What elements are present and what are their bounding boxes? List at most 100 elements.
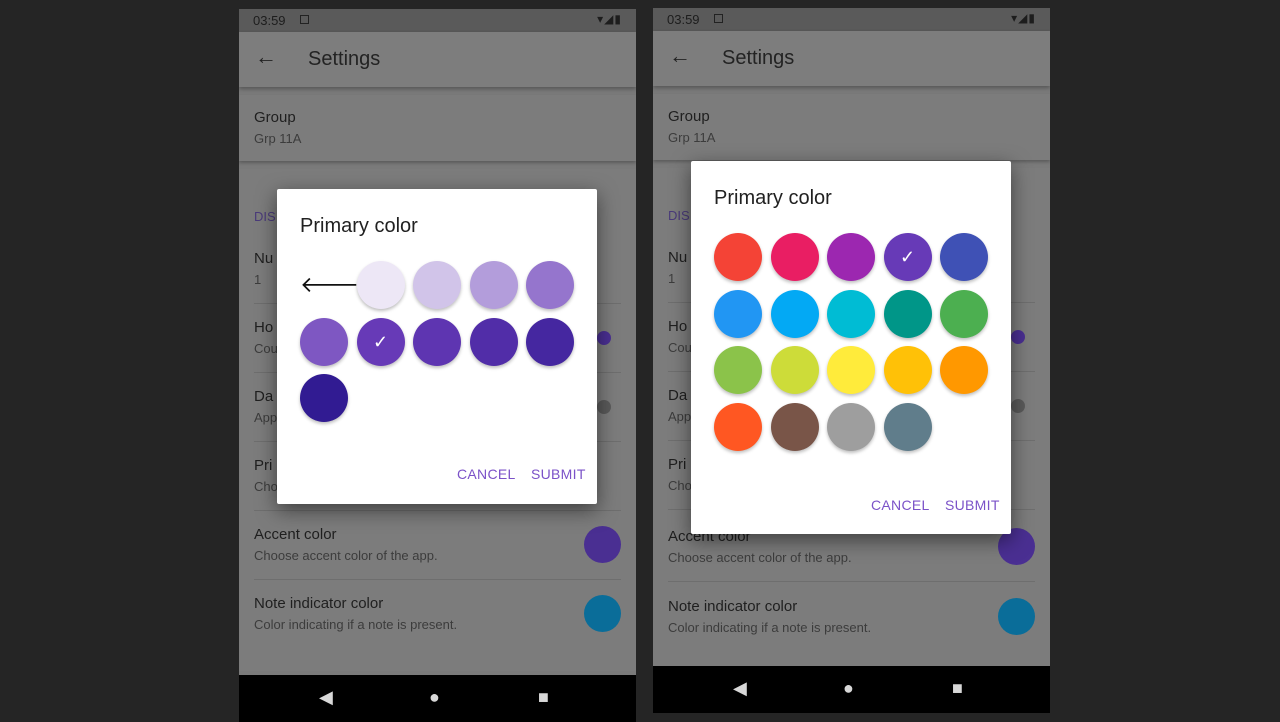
dialog-title: Primary color [300,215,418,237]
page-title: Settings [722,47,795,69]
color-swatch[interactable] [300,374,348,422]
color-swatch[interactable] [300,317,348,366]
cancel-button[interactable]: CANCEL [871,497,930,513]
color-swatch[interactable] [356,261,405,309]
color-swatch[interactable] [940,289,988,338]
number-setting-title: Nu [254,250,274,267]
primary-color-subtitle: Cho [668,478,692,493]
note-indicator-title: Note indicator color [668,598,798,615]
accent-color-swatch[interactable] [584,526,621,563]
dark-mode-title: Da [254,388,274,405]
holiday-setting-subtitle: Cou [254,341,278,356]
navigation-bar: ◀ ● ■ [239,675,636,722]
color-swatch[interactable] [526,261,574,309]
dark-mode-subtitle: App [668,409,692,424]
note-indicator-subtitle: Color indicating if a note is present. [668,620,872,635]
note-indicator-title: Note indicator color [254,595,384,612]
primary-color-title: Pri [668,456,687,473]
holiday-toggle[interactable] [1011,330,1025,344]
color-swatch[interactable] [770,402,819,451]
note-indicator-swatch[interactable] [584,595,621,632]
accent-color-subtitle: Choose accent color of the app. [668,550,852,565]
color-swatch[interactable] [714,233,762,281]
navigation-bar: ◀ ● ■ [653,666,1050,713]
color-swatch[interactable] [827,402,875,451]
color-swatch[interactable]: ✓ [356,317,405,366]
color-swatch[interactable] [469,261,518,309]
note-indicator-swatch[interactable] [998,598,1035,635]
divider [254,579,621,580]
holiday-setting-title: Ho [254,319,274,336]
color-swatch[interactable] [883,402,932,451]
color-swatch[interactable] [714,289,762,338]
group-setting[interactable]: Group Grp 11A [653,94,1050,160]
group-value: Grp 11A [254,131,302,146]
primary-color-subtitle: Cho [254,479,278,494]
color-swatch[interactable] [714,402,762,451]
nav-home-icon[interactable]: ● [843,679,854,697]
system-status-icons: ▾◢▮ [597,12,622,26]
color-swatch[interactable] [883,289,932,338]
section-header-display: DIS [254,209,276,224]
accent-color-title: Accent color [254,526,337,543]
phone-screen-right: 03:59 ▾◢▮ ← Settings Group Grp 11A DIS N… [653,8,1050,713]
primary-color-dialog: Primary color 🡐 ✓ CANCEL SUBMIT [277,189,597,504]
color-swatch[interactable] [940,233,988,281]
note-indicator-subtitle: Color indicating if a note is present. [254,617,458,632]
submit-button[interactable]: SUBMIT [945,497,1000,513]
nav-back-icon[interactable]: ◀ [319,688,333,706]
color-swatch[interactable] [714,346,762,394]
nav-back-icon[interactable]: ◀ [733,679,747,697]
notification-icon [300,15,309,24]
number-setting-value: 1 [254,272,262,287]
status-bar: 03:59 ▾◢▮ [653,8,1050,31]
color-swatch[interactable] [469,317,518,366]
nav-home-icon[interactable]: ● [429,688,440,706]
color-swatch[interactable] [940,346,988,394]
color-swatch[interactable] [827,289,875,338]
color-swatch[interactable] [770,346,819,394]
app-bar: ← Settings [239,32,636,87]
color-swatch[interactable] [827,346,875,394]
group-title: Group [668,108,710,125]
notification-icon [714,14,723,23]
check-icon: ✓ [372,331,389,352]
dark-mode-toggle[interactable] [1011,399,1025,413]
color-swatch[interactable] [883,346,932,394]
submit-button[interactable]: SUBMIT [531,466,586,482]
page-title: Settings [308,48,381,70]
color-swatch[interactable] [413,317,461,366]
holiday-setting-subtitle: Cou [668,340,692,355]
primary-color-title: Pri [254,457,273,474]
section-header-display: DIS [668,208,690,223]
phone-screen-left: 03:59 ▾◢▮ ← Settings Group Grp 11A DIS N… [239,9,636,722]
dark-mode-subtitle: App [254,410,278,425]
dark-mode-title: Da [668,387,688,404]
color-swatch[interactable] [526,317,574,366]
back-arrow-icon[interactable]: 🡐 [300,261,359,309]
holiday-toggle[interactable] [597,331,611,345]
cancel-button[interactable]: CANCEL [457,466,516,482]
group-title: Group [254,109,296,126]
group-value: Grp 11A [668,130,716,145]
color-swatch[interactable] [770,289,819,338]
nav-recents-icon[interactable]: ■ [952,679,963,697]
group-setting[interactable]: Group Grp 11A [239,95,636,161]
status-bar: 03:59 ▾◢▮ [239,9,636,32]
dark-mode-toggle[interactable] [597,400,611,414]
color-swatch[interactable] [413,261,461,309]
color-swatch[interactable] [770,233,819,281]
number-setting-value: 1 [668,271,676,286]
color-swatch[interactable] [827,233,875,281]
divider [668,581,1035,582]
status-time: 03:59 [667,12,700,27]
primary-color-dialog: Primary color ✓ CANCEL SUBMIT [691,161,1011,534]
check-icon: ✓ [899,247,916,267]
number-setting-title: Nu [668,249,688,266]
nav-recents-icon[interactable]: ■ [538,688,549,706]
accent-color-subtitle: Choose accent color of the app. [254,548,438,563]
back-arrow-icon[interactable]: ← [255,46,277,68]
color-swatch[interactable]: ✓ [883,233,932,281]
back-arrow-icon[interactable]: ← [669,45,691,67]
holiday-setting-title: Ho [668,318,688,335]
